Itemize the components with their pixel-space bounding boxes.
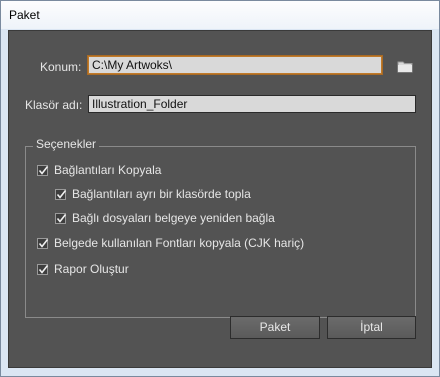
location-field[interactable]: C:\My Artwoks\	[88, 56, 382, 74]
checkmark-icon	[38, 165, 49, 175]
option-collect-links[interactable]: Bağlantıları ayrı bir klasörde topla	[55, 186, 251, 202]
options-title: Seçenekler	[33, 137, 100, 151]
dialog-window: Paket Konum: C:\My Artwoks\ Klasör adı: …	[0, 0, 440, 377]
option-label: Bağlantıları ayrı bir klasörde topla	[72, 187, 251, 201]
window-title: Paket	[9, 8, 40, 22]
option-label: Bağlı dosyaları belgeye yeniden bağla	[72, 211, 275, 225]
checkbox-copy-links[interactable]	[37, 164, 49, 176]
checkmark-icon	[56, 213, 67, 223]
checkmark-icon	[56, 189, 67, 199]
package-button[interactable]: Paket	[230, 316, 320, 339]
cancel-button[interactable]: İptal	[327, 316, 416, 339]
checkbox-create-report[interactable]	[37, 263, 49, 275]
option-create-report[interactable]: Rapor Oluştur	[37, 261, 129, 277]
option-label: Bağlantıları Kopyala	[54, 163, 162, 177]
checkmark-icon	[38, 238, 49, 248]
folder-icon[interactable]	[397, 60, 413, 73]
checkbox-collect-links[interactable]	[55, 188, 67, 200]
checkmark-icon	[38, 264, 49, 274]
option-relink-files[interactable]: Bağlı dosyaları belgeye yeniden bağla	[55, 210, 275, 226]
title-bar[interactable]: Paket	[1, 1, 439, 29]
folder-name-field[interactable]: Illustration_Folder	[88, 95, 416, 113]
checkbox-relink-files[interactable]	[55, 212, 67, 224]
option-copy-fonts[interactable]: Belgede kullanılan Fontları kopyala (CJK…	[37, 235, 304, 251]
location-label: Konum:	[40, 60, 82, 74]
dialog-body: Konum: C:\My Artwoks\ Klasör adı: Illust…	[8, 30, 432, 368]
option-label: Belgede kullanılan Fontları kopyala (CJK…	[54, 236, 305, 250]
option-copy-links[interactable]: Bağlantıları Kopyala	[37, 162, 161, 178]
folder-name-label: Klasör adı:	[25, 98, 83, 112]
option-label: Rapor Oluştur	[54, 262, 129, 276]
checkbox-copy-fonts[interactable]	[37, 237, 49, 249]
